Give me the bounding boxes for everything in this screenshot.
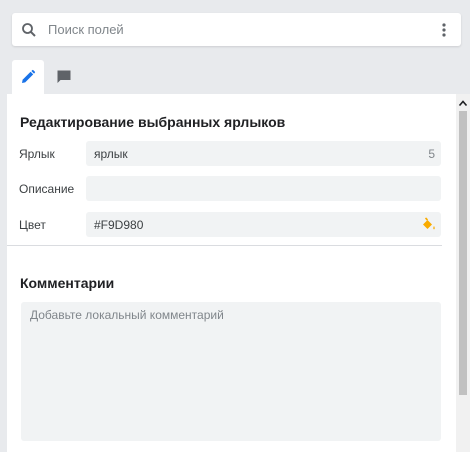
label-field-value: ярлык: [94, 147, 128, 161]
panel-scrollbar[interactable]: [456, 94, 470, 452]
search-bar: [12, 13, 461, 46]
color-field-value: #F9D980: [94, 218, 144, 232]
color-field[interactable]: #F9D980: [86, 212, 441, 237]
label-char-count: 5: [428, 147, 435, 161]
label-edit-panel: Редактирование выбранных ярлыков Ярлык я…: [7, 94, 456, 452]
comment-input[interactable]: [21, 302, 441, 441]
scrollbar-thumb[interactable]: [459, 111, 467, 395]
color-fill-icon[interactable]: [420, 216, 437, 233]
scroll-up-button[interactable]: [456, 97, 470, 109]
section-divider: [7, 245, 442, 246]
left-edge: [0, 94, 7, 452]
search-input[interactable]: [48, 19, 428, 40]
more-options-button[interactable]: [433, 19, 455, 41]
chevron-up-icon: [459, 100, 467, 106]
tab-edit[interactable]: [12, 60, 44, 94]
comments-section-title: Комментарии: [20, 275, 115, 291]
description-field-name: Описание: [19, 182, 75, 196]
panel-tabs: [12, 60, 312, 94]
pencil-icon: [22, 69, 36, 83]
tab-comments[interactable]: [48, 60, 80, 94]
label-field[interactable]: ярлык 5: [86, 141, 441, 166]
edit-section-title: Редактирование выбранных ярлыков: [20, 114, 286, 130]
more-vert-icon: [442, 23, 446, 37]
comment-icon: [57, 70, 71, 83]
search-icon: [21, 22, 37, 38]
color-field-name: Цвет: [19, 218, 46, 232]
description-field[interactable]: [86, 176, 441, 201]
label-field-name: Ярлык: [19, 147, 55, 161]
